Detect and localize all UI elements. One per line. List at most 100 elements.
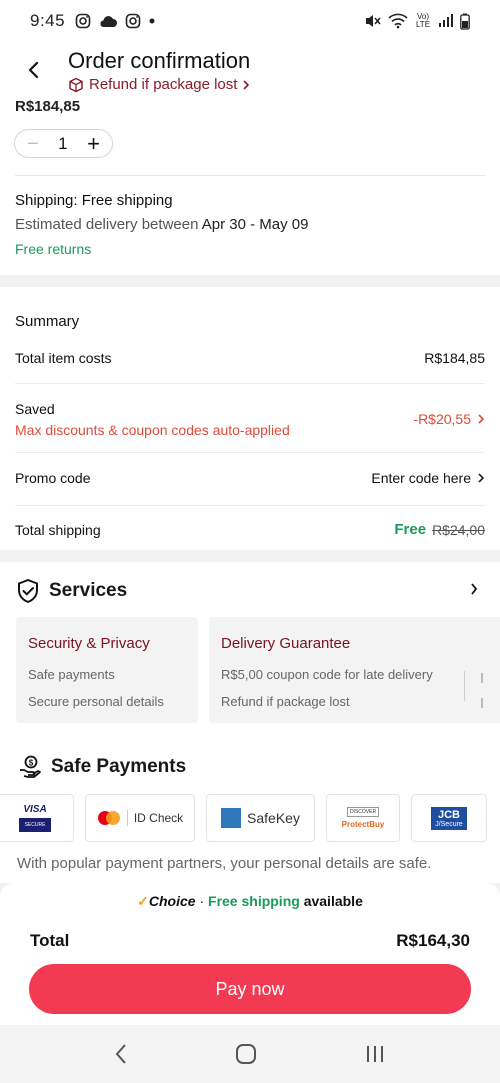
total-label: Total [30,931,70,950]
battery-icon [460,13,470,30]
mute-icon [366,15,381,27]
saved-note: Max discounts & coupon codes auto-applie… [15,422,290,438]
total-value: R$164,30 [396,931,470,950]
safe-payments-section: $ Safe Payments VISA SECURE ID Check Saf… [0,755,500,883]
network-label: Vo) LTE [415,12,431,29]
amex-logo-text: SafeKey [247,810,300,826]
status-time: 9:45 [30,11,66,30]
summary-section: Summary Total item costs R$184,85 Saved … [0,287,500,541]
dot-icon [149,18,155,24]
discover-logo-text: ProtectBuy [341,820,385,829]
mastercard-id-check-logo: ID Check [85,794,195,842]
delivery-dates: Apr 30 - May 09 [201,216,309,233]
increase-button[interactable]: + [87,132,100,155]
services-section[interactable]: Services Security & Privacy Safe payment… [0,562,500,757]
saved-row[interactable]: Saved Max discounts & coupon codes auto-… [15,401,485,438]
nav-back-icon[interactable] [114,1043,128,1065]
package-icon [69,77,83,92]
shipping-original-price: R$24,00 [432,521,485,538]
delivery-estimate-prefix: Estimated delivery between [15,216,199,233]
choice-tail: available [299,893,363,909]
total-item-costs-label: Total item costs [15,350,112,366]
delivery-estimate: Estimated delivery between Apr 30 - May … [15,216,309,233]
mastercard-logo-text: ID Check [133,811,184,825]
overflow-hint [481,673,483,683]
service-card-item: Refund if package lost [221,694,350,709]
divider [15,505,485,506]
services-title: Services [49,580,128,601]
total-item-costs-row: Total item costs R$184,85 [15,350,485,366]
shield-check-icon [18,579,38,603]
free-returns: Free returns [15,241,92,257]
visa-logo-sub: SECURE [18,818,52,832]
quantity-value: 1 [58,133,68,153]
service-card-security[interactable]: Security & Privacy Safe payments Secure … [16,617,198,723]
divider [464,671,465,701]
jcb-secure-logo: JCB J/Secure [411,794,487,842]
pay-now-button[interactable]: Pay now [29,964,471,1014]
back-button[interactable] [20,56,48,84]
refund-link-label: Refund if package lost [89,76,238,93]
cloud-icon [100,16,118,27]
decrease-button[interactable]: − [27,134,39,154]
system-nav-bar [0,1025,500,1083]
product-item: R$184,85 − 1 + [0,98,500,175]
discover-protectbuy-logo: DISCOVER ProtectBuy [326,794,400,842]
amex-safekey-logo: SafeKey [206,794,315,842]
nav-home-icon[interactable] [235,1043,257,1065]
overflow-hint [481,698,483,708]
service-card-item: Safe payments [28,667,115,682]
service-card-delivery[interactable]: Delivery Guarantee R$5,00 coupon code fo… [209,617,500,723]
main-content[interactable]: R$184,85 − 1 + Shipping: Free shipping E… [0,98,500,883]
nav-recents-icon[interactable] [364,1044,386,1064]
promo-code-row[interactable]: Promo code Enter code here [15,470,485,486]
summary-title: Summary [15,313,80,330]
service-card-title: Security & Privacy [28,635,150,652]
service-card-item: Secure personal details [28,694,164,709]
visa-secure-logo: VISA SECURE [0,794,74,842]
service-card-item: R$5,00 coupon code for late delivery [221,667,433,682]
chevron-right-icon [478,473,485,483]
choice-free-shipping: Free shipping [208,893,300,909]
svg-text:$: $ [29,759,34,768]
quantity-stepper: − 1 + [14,129,113,158]
check-icon: ✓ [137,893,149,909]
total-row: Total R$164,30 [30,931,470,951]
chevron-right-icon [478,414,485,424]
amex-icon [221,808,242,828]
promo-code-label: Promo code [15,470,91,486]
payments-note: With popular payment partners, your pers… [17,855,432,872]
section-gap [0,275,500,287]
shipping-method: Shipping: Free shipping [15,192,173,209]
total-item-costs-value: R$184,85 [424,350,485,366]
chevron-left-icon [28,61,39,79]
saved-label: Saved [15,401,55,417]
status-bar: 9:45 Vo) LTE [0,0,500,42]
page-header: Order confirmation Refund if package los… [0,42,500,98]
choice-banner: ✓Choice · Free shipping available [0,893,500,910]
choice-brand: Choice [148,893,196,909]
jcb-logo-sub: J/Secure [435,820,463,828]
total-shipping-row: Total shipping Free R$24,00 [15,521,485,538]
hand-coin-icon: $ [20,755,41,778]
instagram-icon [75,13,91,29]
total-shipping-label: Total shipping [15,521,101,538]
divider [15,383,485,384]
instagram-icon [125,13,141,29]
divider [15,452,485,453]
chevron-right-icon [243,79,250,90]
chevron-right-icon[interactable] [470,582,478,596]
jcb-logo-text: JCB [437,808,460,821]
shipping-free: Free [394,521,427,538]
refund-link[interactable]: Refund if package lost [68,76,250,93]
mastercard-icon [97,811,120,825]
signal-icon [439,14,453,27]
choice-separator: · [195,893,209,909]
payment-logos: VISA SECURE ID Check SafeKey DISCOVER Pr… [0,794,500,842]
shipping-section: Shipping: Free shipping Estimated delive… [0,176,500,275]
service-card-title: Delivery Guarantee [221,635,351,652]
product-price: R$184,85 [15,98,81,115]
checkout-bar: ✓Choice · Free shipping available Total … [0,883,500,1025]
visa-logo-text: VISA [23,804,47,815]
wifi-icon [388,13,408,29]
